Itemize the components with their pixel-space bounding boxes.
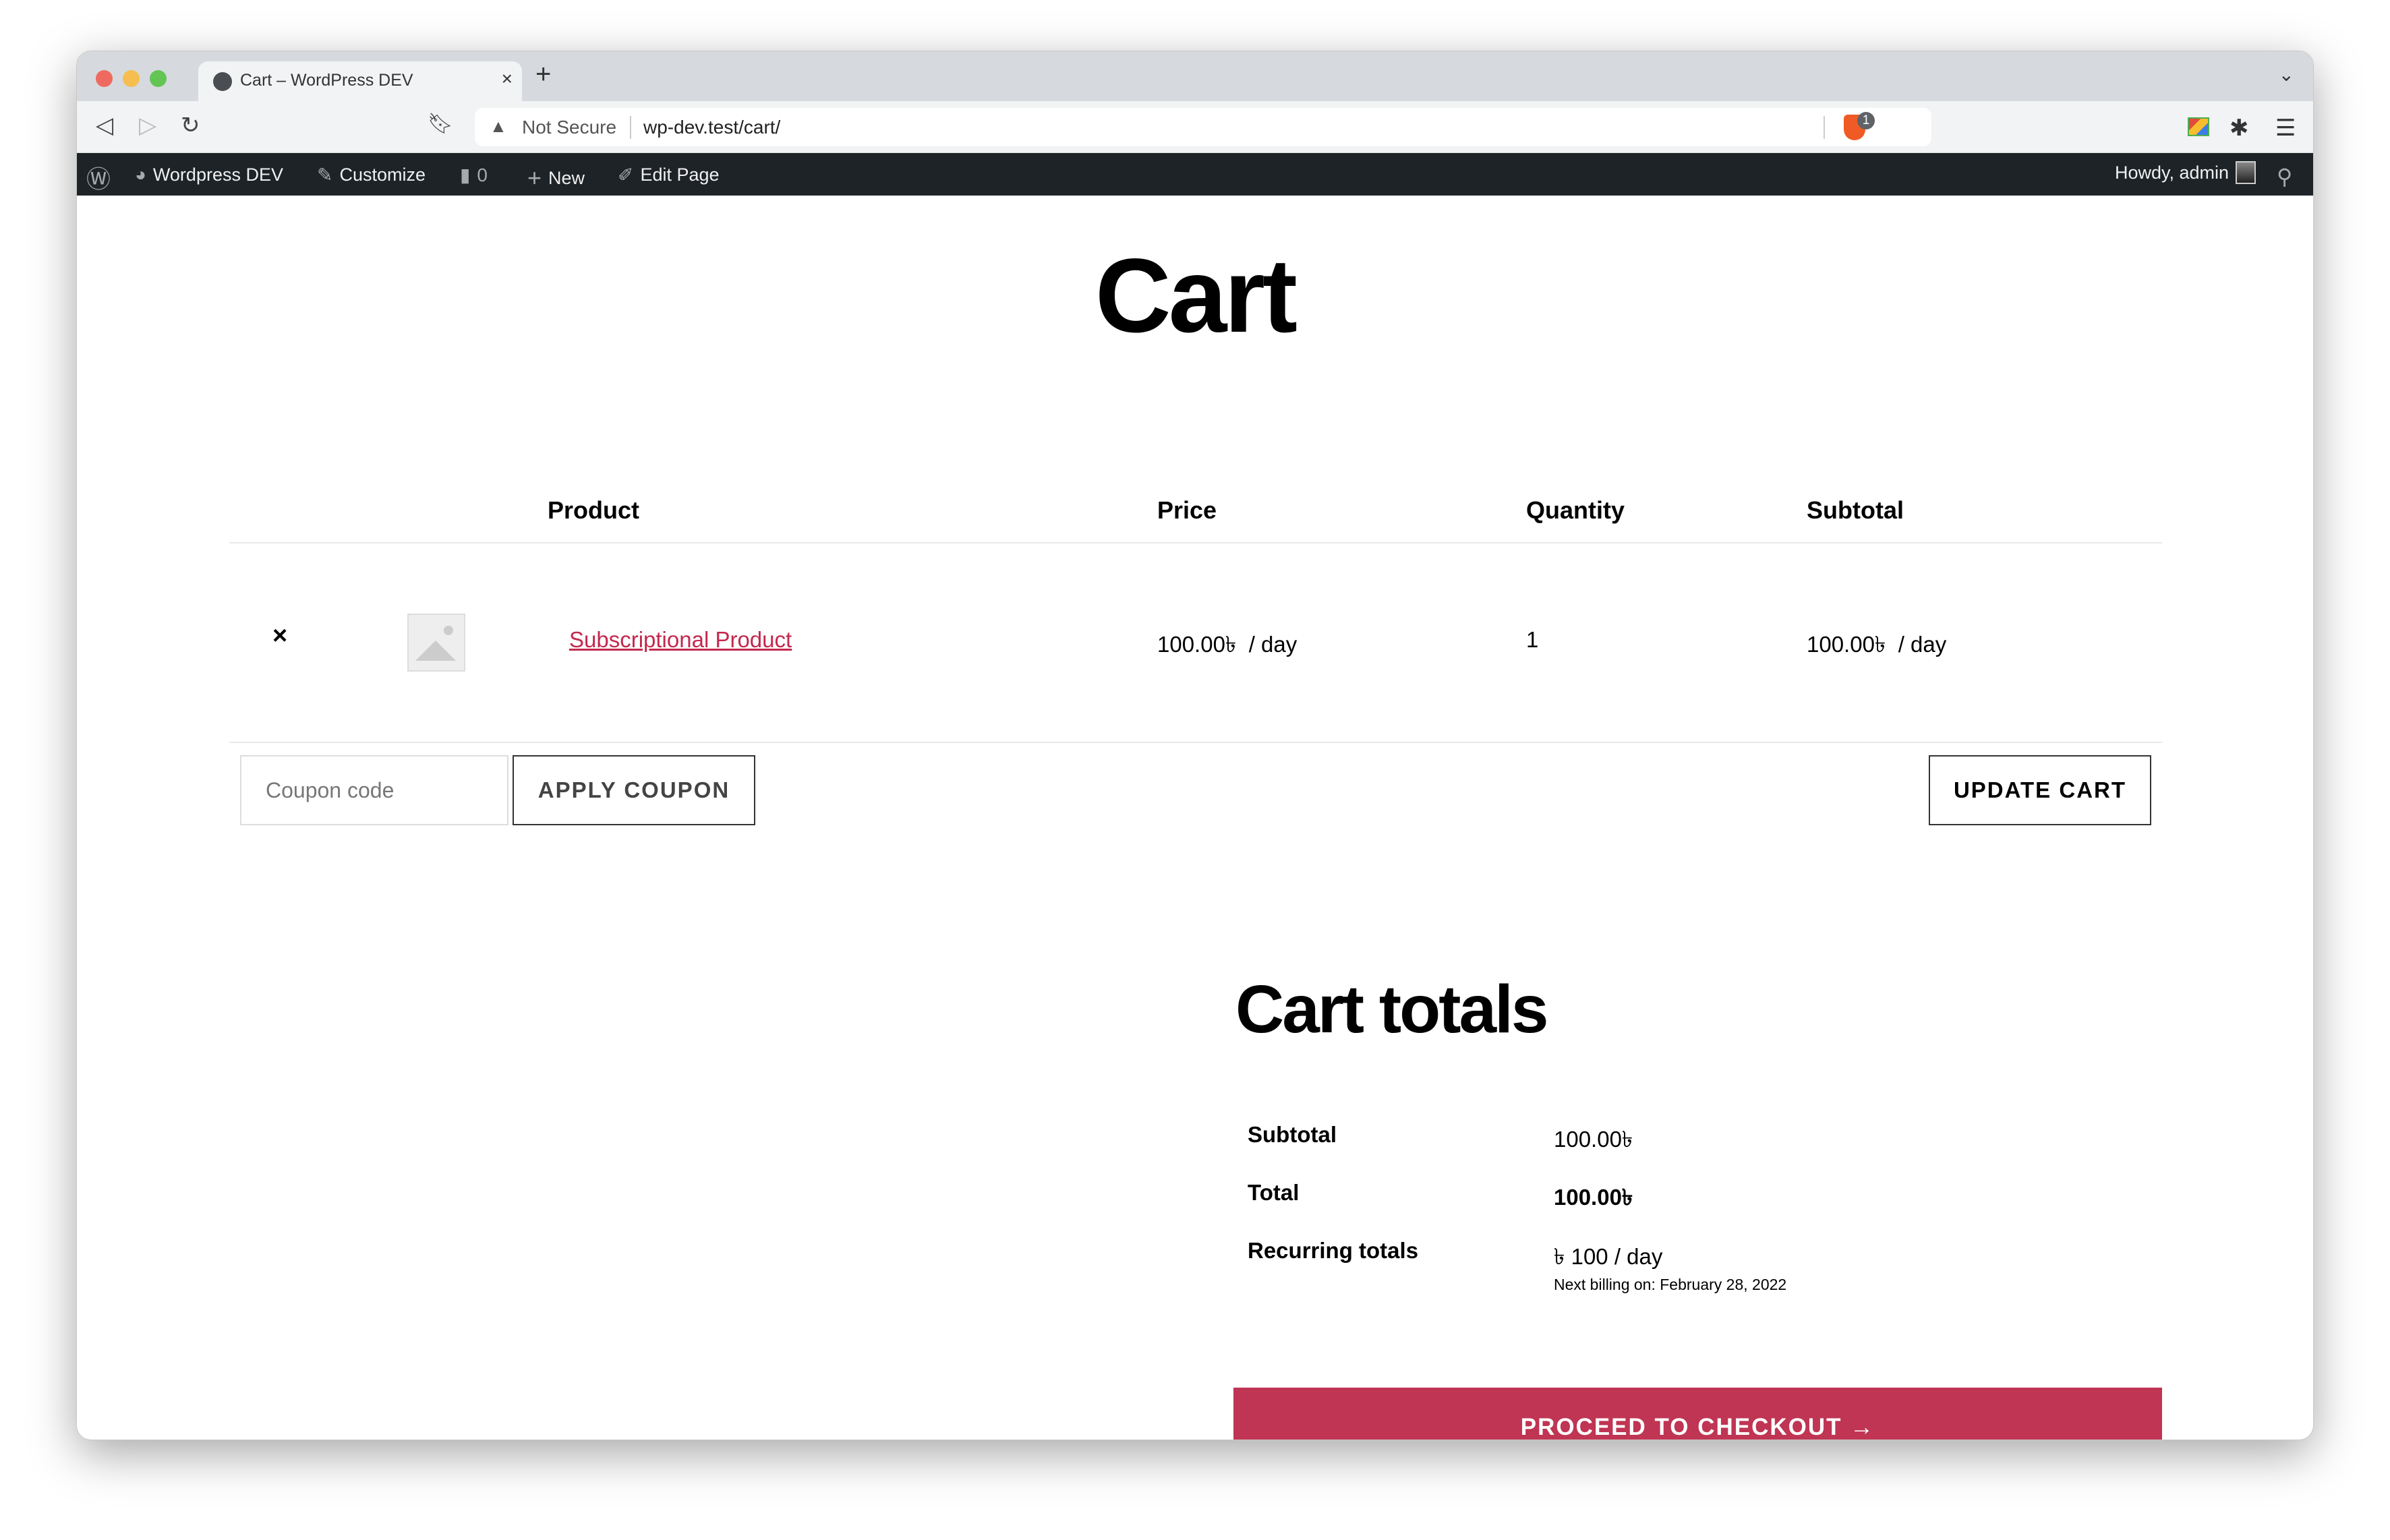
tab-bar: Cart – WordPress DEV × + ⌄ (77, 51, 2313, 101)
header-price: Price (1157, 496, 1217, 524)
customize-label: Customize (339, 165, 426, 185)
address-bar[interactable]: ▲ Not Secure wp-dev.test/cart/ 1 (475, 108, 1931, 146)
comments-count: 0 (477, 164, 488, 185)
plus-icon: + (527, 164, 542, 191)
bookmark-icon[interactable]: 🔖︎ (428, 112, 453, 136)
product-thumbnail[interactable] (407, 614, 465, 672)
globe-icon (213, 72, 232, 91)
sun-icon (444, 626, 453, 635)
cart-totals-title: Cart totals (1235, 972, 1549, 1047)
browser-toolbar: ◁ ▷ ↻ 🔖︎ ▲ Not Secure wp-dev.test/cart/ … (77, 101, 2313, 153)
subtotal-value: 100.00৳ (1554, 1127, 1633, 1152)
subtotal-cell: 100.00৳ / day (1807, 632, 1947, 657)
comments-button[interactable]: ▮ 0 (460, 164, 488, 186)
extensions-puzzle-icon[interactable]: ✱ (2229, 115, 2249, 142)
close-window-button[interactable] (96, 70, 113, 87)
page-content: Cart Product Price Quantity Subtotal × S… (77, 196, 2313, 1440)
update-cart-button[interactable]: UPDATE CART (1929, 755, 2151, 825)
page-title: Cart (1095, 237, 1298, 355)
subtotal-label: Subtotal (1248, 1122, 1337, 1147)
warning-icon: ▲ (490, 116, 507, 136)
site-name-button[interactable]: ◕ Wordpress DEV (135, 164, 283, 185)
minimize-window-button[interactable] (123, 70, 140, 87)
pencil-icon: ✐ (618, 165, 634, 185)
header-product: Product (548, 496, 640, 524)
wp-admin-bar: Ⓦ ◕ Wordpress DEV ✎ Customize ▮ 0 + New ✐ Edi… (77, 153, 2313, 196)
edit-page-label: Edit Page (640, 165, 720, 185)
product-link[interactable]: Subscriptional Product (569, 627, 792, 653)
dashboard-icon: ◕ (135, 164, 146, 185)
recurring-totals-label: Recurring totals (1248, 1238, 1419, 1263)
coupon-code-input[interactable]: Coupon code (240, 755, 508, 825)
menu-icon[interactable]: ☰ (2275, 115, 2296, 142)
forward-icon[interactable]: ▷ (139, 112, 156, 139)
next-billing-date: Next billing on: February 28, 2022 (1554, 1276, 1787, 1293)
new-content-button[interactable]: + New (527, 164, 585, 192)
divider (1824, 116, 1825, 139)
search-button[interactable]: ⚲ (2277, 164, 2292, 189)
account-menu[interactable]: Howdy, admin (2115, 161, 2256, 184)
browser-window: Cart – WordPress DEV × + ⌄ ◁ ▷ ↻ 🔖︎ ▲ No… (76, 51, 2314, 1440)
shield-badge: 1 (1857, 112, 1875, 129)
url-text[interactable]: wp-dev.test/cart/ (643, 117, 780, 138)
divider (229, 742, 2162, 743)
new-tab-button[interactable]: + (535, 59, 551, 90)
avatar (2236, 161, 2256, 184)
howdy-label: Howdy, admin (2115, 162, 2229, 183)
divider (229, 542, 2162, 543)
brush-icon: ✎ (317, 165, 333, 185)
header-quantity: Quantity (1526, 496, 1625, 524)
wordpress-logo-icon: Ⓦ (86, 165, 111, 193)
security-label[interactable]: Not Secure (522, 117, 616, 138)
customize-button[interactable]: ✎ Customize (317, 164, 426, 186)
placeholder-image-icon (415, 641, 456, 661)
total-label: Total (1248, 1180, 1300, 1205)
wp-logo-button[interactable]: Ⓦ (86, 164, 111, 195)
site-name: Wordpress DEV (152, 164, 283, 185)
maximize-window-button[interactable] (150, 70, 167, 87)
reload-icon[interactable]: ↻ (181, 112, 200, 139)
tab-cart[interactable]: Cart – WordPress DEV × (198, 61, 522, 101)
comment-icon: ▮ (460, 165, 471, 185)
edit-page-button[interactable]: ✐ Edit Page (618, 164, 720, 186)
quantity-cell[interactable]: 1 (1526, 627, 1538, 653)
divider (630, 116, 631, 139)
recurring-totals-value: ৳ 100 / day (1554, 1244, 1663, 1269)
proceed-to-checkout-button[interactable]: PROCEED TO CHECKOUT → (1233, 1388, 2162, 1440)
price-cell: 100.00৳ / day (1157, 632, 1298, 657)
tab-search-chevron-icon[interactable]: ⌄ (2279, 63, 2294, 86)
back-icon[interactable]: ◁ (96, 112, 113, 139)
new-label: New (548, 167, 585, 188)
apply-coupon-button[interactable]: APPLY COUPON (513, 755, 755, 825)
close-tab-icon[interactable]: × (502, 68, 513, 90)
extension-icon[interactable] (2188, 117, 2209, 136)
total-value: 100.00৳ (1554, 1185, 1633, 1210)
remove-item-button[interactable]: × (272, 622, 287, 651)
search-icon: ⚲ (2277, 165, 2293, 189)
header-subtotal: Subtotal (1807, 496, 1904, 524)
tab-title: Cart – WordPress DEV (240, 71, 413, 90)
